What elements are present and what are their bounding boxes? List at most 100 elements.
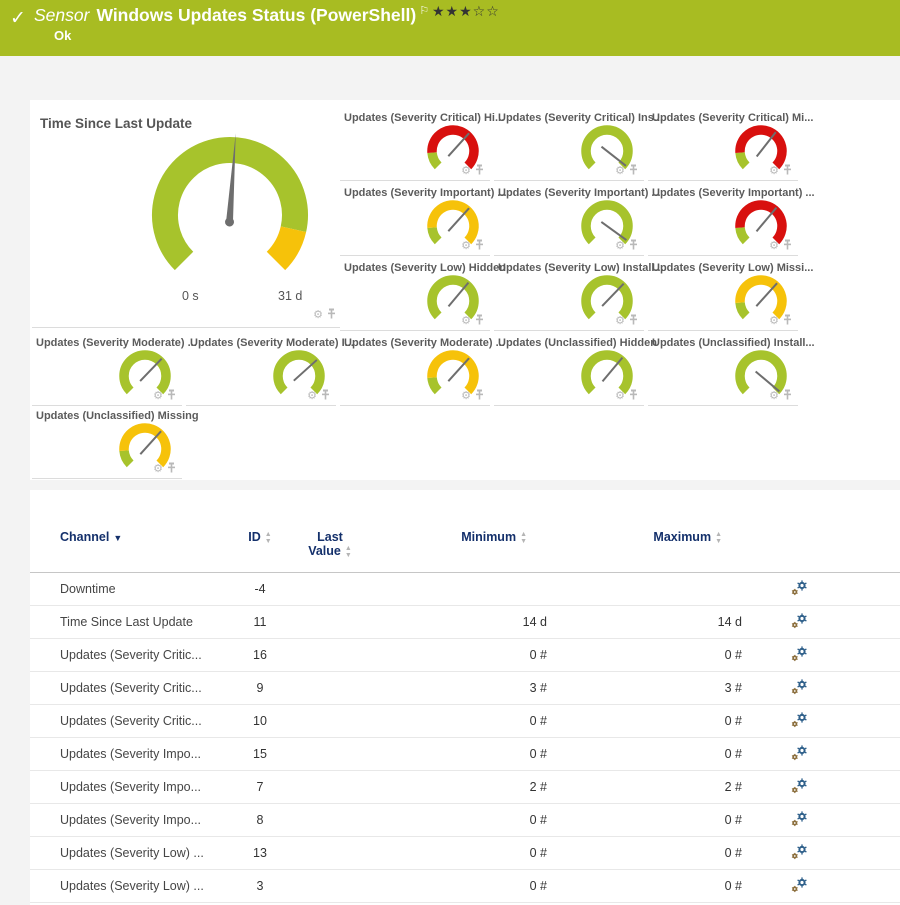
channel-settings-button[interactable] xyxy=(791,745,808,764)
small-gauge-card[interactable]: Updates (Unclassified) Hidden ⚙ xyxy=(494,333,644,406)
gauge-needle xyxy=(602,284,624,306)
cell-id: 15 xyxy=(230,747,290,761)
cell-id: 3 xyxy=(230,879,290,893)
cell-id: 11 xyxy=(230,615,290,629)
small-gauge-card[interactable]: Updates (Severity Low) Missi... ⚙ xyxy=(648,258,798,331)
small-gauge-title: Updates (Severity Moderate) I... xyxy=(190,337,354,349)
cell-minimum: 2 # xyxy=(370,780,555,794)
gauge-chart[interactable] xyxy=(140,127,320,287)
rating-stars[interactable]: ★★★☆☆ xyxy=(432,3,500,20)
gear-icon[interactable]: ⚙ xyxy=(615,166,625,177)
channels-table-panel: Channel▼ ID▲▼ LastValue▲▼ Minimum▲▼ Maxi… xyxy=(30,490,900,905)
small-gauge-card[interactable]: Updates (Severity Moderate) I... ⚙ xyxy=(186,333,336,406)
table-row: Updates (Severity Impo... 15 0 # 0 # xyxy=(30,738,900,771)
small-gauge-card[interactable]: Updates (Severity Important) ... ⚙ xyxy=(494,183,644,256)
gear-icon[interactable]: ⚙ xyxy=(769,391,779,402)
pin-icon[interactable] xyxy=(783,313,792,329)
pin-icon xyxy=(629,389,638,400)
small-gauge-title: Updates (Severity Low) Hidden xyxy=(344,262,506,274)
small-gauge-title: Updates (Severity Important) ... xyxy=(344,187,507,199)
pin-icon[interactable] xyxy=(321,388,330,404)
gear-icon[interactable]: ⚙ xyxy=(461,241,471,252)
sort-icon[interactable]: ▲▼ xyxy=(265,531,272,545)
gear-icon[interactable]: ⚙ xyxy=(461,391,471,402)
small-gauge-card[interactable]: Updates (Severity Important) ... ⚙ xyxy=(648,183,798,256)
sensor-title: Windows Updates Status (PowerShell) xyxy=(96,5,416,25)
pin-icon xyxy=(475,314,484,325)
channel-settings-button[interactable] xyxy=(791,712,808,731)
pin-icon[interactable] xyxy=(783,238,792,254)
small-gauge-card[interactable]: Updates (Severity Low) Install... ⚙ xyxy=(494,258,644,331)
pin-icon[interactable] xyxy=(629,238,638,254)
small-gauge-card[interactable]: Updates (Severity Low) Hidden ⚙ xyxy=(340,258,490,331)
pin-icon[interactable] xyxy=(629,313,638,329)
channel-settings-button[interactable] xyxy=(791,811,808,830)
gear-icon[interactable]: ⚙ xyxy=(769,316,779,327)
channel-settings-button[interactable] xyxy=(791,580,808,599)
column-header-channel[interactable]: Channel▼ xyxy=(60,530,230,544)
pin-icon[interactable] xyxy=(167,461,176,477)
pin-icon xyxy=(167,389,176,400)
pin-icon[interactable] xyxy=(327,307,336,323)
gear-icon[interactable]: ⚙ xyxy=(769,166,779,177)
card-divider xyxy=(648,255,798,256)
table-row: Updates (Severity Low) ... 13 0 # 0 # xyxy=(30,837,900,870)
card-divider xyxy=(494,255,644,256)
gear-icon[interactable]: ⚙ xyxy=(615,241,625,252)
pin-icon[interactable] xyxy=(629,163,638,179)
main-gauge-card[interactable]: Time Since Last Update 0 s 31 d ⚙ xyxy=(32,108,340,328)
gear-icon[interactable]: ⚙ xyxy=(461,166,471,177)
gear-icon[interactable]: ⚙ xyxy=(615,316,625,327)
sort-desc-icon[interactable]: ▼ xyxy=(113,533,122,543)
sort-icon[interactable]: ▲▼ xyxy=(345,545,352,559)
status-check-icon: ✓ xyxy=(10,7,26,30)
pin-icon[interactable] xyxy=(629,388,638,404)
small-gauge-card[interactable]: Updates (Unclassified) Install... ⚙ xyxy=(648,333,798,406)
column-header-id[interactable]: ID▲▼ xyxy=(230,530,290,545)
small-gauge-card[interactable]: Updates (Severity Critical) Ins... ⚙ xyxy=(494,108,644,181)
small-gauge-card[interactable]: Updates (Severity Critical) Mi... ⚙ xyxy=(648,108,798,181)
column-header-maximum[interactable]: Maximum▲▼ xyxy=(555,530,750,545)
gauges-panel: Time Since Last Update 0 s 31 d ⚙ Update… xyxy=(30,100,900,480)
pin-icon xyxy=(783,314,792,325)
channel-settings-button[interactable] xyxy=(791,613,808,632)
gear-icon[interactable]: ⚙ xyxy=(615,391,625,402)
channel-settings-icon xyxy=(791,745,808,761)
small-gauge-card[interactable]: Updates (Severity Moderate) ... ⚙ xyxy=(32,333,182,406)
channel-settings-button[interactable] xyxy=(791,844,808,863)
gear-icon[interactable]: ⚙ xyxy=(313,310,323,321)
pin-icon[interactable] xyxy=(783,163,792,179)
pin-icon[interactable] xyxy=(475,238,484,254)
pin-icon[interactable] xyxy=(475,163,484,179)
gear-icon[interactable]: ⚙ xyxy=(769,241,779,252)
gear-icon[interactable]: ⚙ xyxy=(461,316,471,327)
gauge-needle xyxy=(603,358,623,382)
pin-icon[interactable] xyxy=(783,388,792,404)
channel-settings-icon xyxy=(791,844,808,860)
gear-icon[interactable]: ⚙ xyxy=(153,464,163,475)
gauge-needle xyxy=(448,133,469,156)
small-gauge-card[interactable]: Updates (Severity Critical) Hi... ⚙ xyxy=(340,108,490,181)
gear-icon[interactable]: ⚙ xyxy=(307,391,317,402)
channel-settings-button[interactable] xyxy=(791,646,808,665)
column-header-last-value[interactable]: LastValue▲▼ xyxy=(290,530,370,559)
cell-channel: Updates (Severity Impo... xyxy=(60,780,230,794)
small-gauge-card[interactable]: Updates (Severity Moderate) ... ⚙ xyxy=(340,333,490,406)
small-gauge-card[interactable]: Updates (Severity Important) ... ⚙ xyxy=(340,183,490,256)
channel-settings-button[interactable] xyxy=(791,877,808,896)
gauge-needle xyxy=(140,431,161,454)
small-gauge-card[interactable]: Updates (Unclassified) Missing ⚙ xyxy=(32,406,182,479)
channel-settings-button[interactable] xyxy=(791,778,808,797)
sort-icon[interactable]: ▲▼ xyxy=(715,531,722,545)
column-header-minimum[interactable]: Minimum▲▼ xyxy=(370,530,555,545)
pin-icon[interactable] xyxy=(475,388,484,404)
priority-flag-icon[interactable]: ⚐ xyxy=(419,5,429,17)
sort-icon[interactable]: ▲▼ xyxy=(520,531,527,545)
pin-icon[interactable] xyxy=(475,313,484,329)
pin-icon[interactable] xyxy=(167,388,176,404)
pin-icon xyxy=(629,314,638,325)
channel-settings-button[interactable] xyxy=(791,679,808,698)
cell-maximum: 0 # xyxy=(555,846,750,860)
gear-icon[interactable]: ⚙ xyxy=(153,391,163,402)
table-row: Downtime -4 xyxy=(30,573,900,606)
